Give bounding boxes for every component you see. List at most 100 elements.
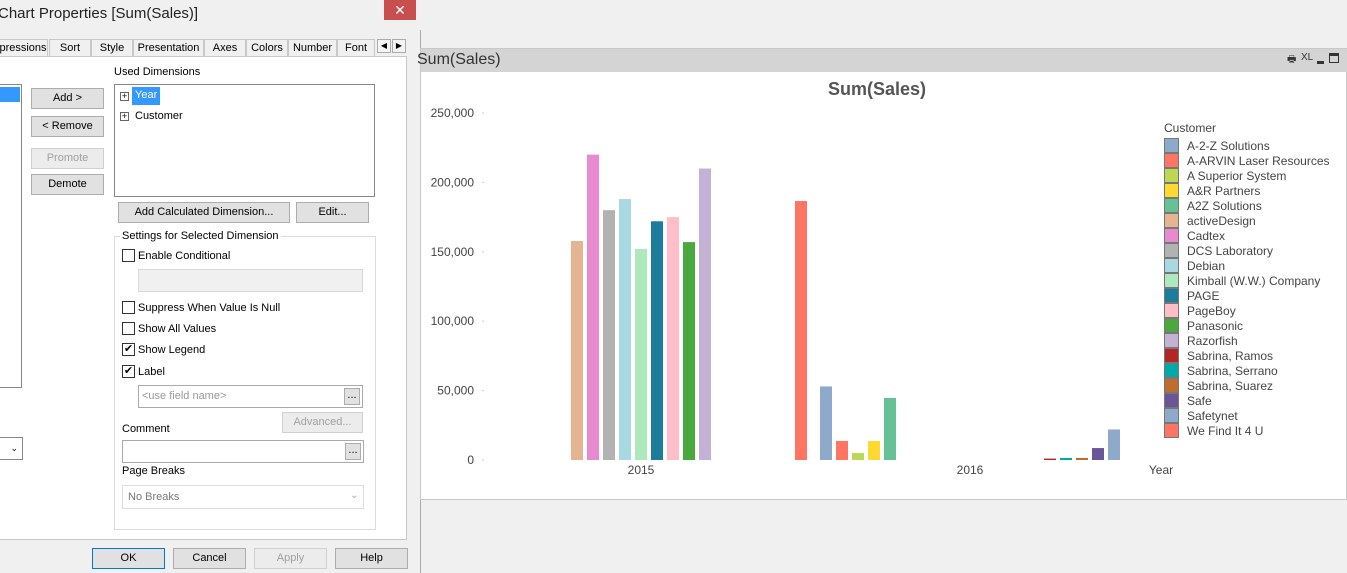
legend-item[interactable]: Razorfish xyxy=(1164,333,1330,348)
legend-item[interactable]: We Find It 4 U xyxy=(1164,423,1330,438)
tab-number[interactable]: Number xyxy=(288,39,337,57)
legend-item[interactable]: activeDesign xyxy=(1164,213,1330,228)
remove-button[interactable]: < Remove xyxy=(31,116,104,137)
label-expression-button[interactable]: ... xyxy=(344,388,360,405)
label-checkbox[interactable]: ✔ xyxy=(122,365,135,378)
fields-dropdown[interactable]: ⌄ xyxy=(0,437,23,460)
legend-swatch xyxy=(1164,213,1179,228)
legend-swatch xyxy=(1164,363,1179,378)
y-tick-label: 50,000 xyxy=(437,384,474,398)
expand-icon[interactable]: + xyxy=(120,92,129,101)
y-tick-mark xyxy=(482,320,484,322)
legend-item[interactable]: A-2-Z Solutions xyxy=(1164,138,1330,153)
legend-swatch xyxy=(1164,318,1179,333)
tab-axes[interactable]: Axes xyxy=(204,39,246,57)
y-tick-mark xyxy=(482,389,484,392)
legend-label: A&R Partners xyxy=(1187,183,1261,198)
legend-item[interactable]: Panasonic xyxy=(1164,318,1330,333)
chart-caption-bar[interactable]: Sum(Sales) 🖶 XL xyxy=(417,49,1347,72)
cancel-button[interactable]: Cancel xyxy=(173,548,246,569)
legend-item[interactable]: Sabrina, Ramos xyxy=(1164,348,1330,363)
suppress-null-checkbox[interactable] xyxy=(122,301,135,314)
promote-button[interactable]: Promote xyxy=(31,148,104,169)
show-all-values-checkbox[interactable] xyxy=(122,322,135,335)
legend-item[interactable]: Safe xyxy=(1164,393,1330,408)
legend-item[interactable]: PAGE xyxy=(1164,288,1330,303)
bar xyxy=(651,221,663,460)
legend-swatch xyxy=(1164,378,1179,393)
legend-item[interactable]: DCS Laboratory xyxy=(1164,243,1330,258)
bar xyxy=(667,217,679,460)
legend-item[interactable]: A&R Partners xyxy=(1164,183,1330,198)
advanced-button[interactable]: Advanced... xyxy=(282,412,363,433)
legend-label: Panasonic xyxy=(1187,318,1244,333)
enable-conditional-checkbox[interactable] xyxy=(122,249,135,262)
help-button[interactable]: Help xyxy=(335,548,408,569)
legend-label: A-ARVIN Laser Resources xyxy=(1187,153,1330,168)
xl-icon[interactable]: XL xyxy=(1301,52,1313,63)
edit-button[interactable]: Edit... xyxy=(296,202,369,223)
demote-button[interactable]: Demote xyxy=(31,174,104,195)
tab-scroll-right-icon[interactable]: ▶ xyxy=(392,39,406,53)
available-fields-list[interactable] xyxy=(0,84,22,388)
tab-sort[interactable]: Sort xyxy=(49,39,91,57)
legend-label: Debian xyxy=(1187,258,1226,273)
legend-item[interactable]: Kimball (W.W.) Company xyxy=(1164,273,1330,288)
legend-label: Sabrina, Suarez xyxy=(1187,378,1274,393)
legend-item[interactable]: A2Z Solutions xyxy=(1164,198,1330,213)
legend-item[interactable]: Cadtex xyxy=(1164,228,1330,243)
bar xyxy=(1060,457,1072,460)
ok-button[interactable]: OK xyxy=(92,548,165,569)
legend-swatch xyxy=(1164,408,1179,423)
x-axis-label: Year xyxy=(1149,463,1173,477)
chart-title: Sum(Sales) xyxy=(828,79,926,99)
label-placeholder: <use field name> xyxy=(142,390,227,402)
comment-expression-button[interactable]: ... xyxy=(345,443,361,460)
show-legend-label: Show Legend xyxy=(138,344,206,356)
comment-input[interactable]: ... xyxy=(122,440,364,463)
legend-label: Sabrina, Serrano xyxy=(1187,363,1278,378)
add-button[interactable]: Add > xyxy=(31,88,104,109)
legend-item[interactable]: A-ARVIN Laser Resources xyxy=(1164,153,1330,168)
chart-object[interactable]: Sum(Sales) 🖶 XL Sum(Sales) 0 50,000 100,000… xyxy=(417,48,1347,500)
tab-style[interactable]: Style xyxy=(91,39,133,57)
chevron-down-icon: ⌄ xyxy=(350,490,359,501)
legend-swatch xyxy=(1164,228,1179,243)
tab-font[interactable]: Font xyxy=(337,39,375,57)
used-dimensions-list[interactable]: + Year + Customer xyxy=(114,84,375,197)
legend-label: PAGE xyxy=(1187,288,1220,303)
bar xyxy=(852,453,864,460)
close-button[interactable]: ✕ xyxy=(384,0,416,20)
legend-item[interactable]: Safetynet xyxy=(1164,408,1330,423)
tab-scroll-left-icon[interactable]: ◀ xyxy=(377,39,391,53)
tab-colors[interactable]: Colors xyxy=(246,39,288,57)
print-icon[interactable]: 🖶 xyxy=(1287,52,1296,69)
y-tick-label: 0 xyxy=(467,453,474,467)
dimension-item-customer[interactable]: Customer xyxy=(135,110,183,122)
legend-label: A2Z Solutions xyxy=(1187,198,1262,213)
dimension-item-year[interactable]: Year xyxy=(132,87,161,105)
expand-icon[interactable]: + xyxy=(120,112,129,121)
maximize-icon[interactable] xyxy=(1329,53,1339,63)
legend-item[interactable]: Sabrina, Serrano xyxy=(1164,363,1330,378)
legend-item[interactable]: A Superior System xyxy=(1164,168,1330,183)
legend-label: Kimball (W.W.) Company xyxy=(1187,273,1321,288)
legend-swatch xyxy=(1164,243,1179,258)
bar xyxy=(1044,458,1056,460)
legend-item[interactable]: PageBoy xyxy=(1164,303,1330,318)
selected-field[interactable] xyxy=(0,87,20,102)
tab-presentation[interactable]: Presentation xyxy=(133,39,204,57)
tab-expressions[interactable]: pressions xyxy=(0,39,48,57)
show-legend-checkbox[interactable]: ✔ xyxy=(122,343,135,356)
apply-button[interactable]: Apply xyxy=(254,548,327,569)
add-calculated-dimension-button[interactable]: Add Calculated Dimension... xyxy=(118,202,290,223)
legend-item[interactable]: Sabrina, Suarez xyxy=(1164,378,1330,393)
page-breaks-select[interactable]: No Breaks ⌄ xyxy=(122,485,364,509)
label-input[interactable]: <use field name> ... xyxy=(138,385,363,408)
page-breaks-label: Page Breaks xyxy=(122,465,185,477)
y-tick-label: 100,000 xyxy=(431,314,475,328)
legend-item[interactable]: Debian xyxy=(1164,258,1330,273)
suppress-null-label: Suppress When Value Is Null xyxy=(138,302,281,314)
legend: Customer A-2-Z Solutions A-ARVIN Laser Re… xyxy=(1164,121,1330,438)
minimize-icon[interactable] xyxy=(1317,61,1324,64)
